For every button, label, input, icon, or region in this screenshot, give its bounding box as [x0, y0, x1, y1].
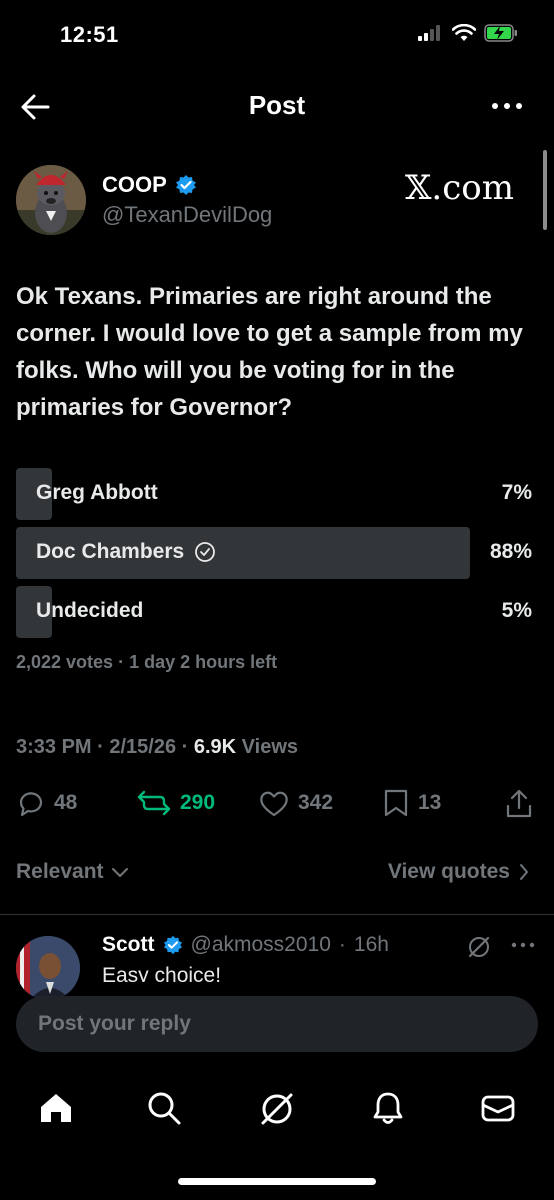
nav-home[interactable] [38, 1090, 74, 1126]
nav-messages[interactable] [480, 1090, 516, 1126]
like-count: 342 [298, 791, 334, 814]
poll-option-label: Undecided [36, 599, 144, 622]
heart-icon [258, 788, 290, 818]
repost-count: 290 [180, 791, 216, 814]
verified-badge-icon [163, 935, 183, 955]
poll-option: Greg Abbott 7% [16, 468, 532, 520]
poll-option-percent: 7% [501, 481, 532, 504]
sort-dropdown[interactable]: Relevant [16, 860, 130, 884]
repost-icon [136, 788, 172, 818]
author-handle[interactable]: @TexanDevilDog [102, 202, 272, 228]
home-icon [38, 1090, 74, 1126]
post-timestamp: 3:33 PM · 2/15/26 · [16, 736, 194, 758]
home-indicator[interactable] [178, 1178, 376, 1185]
poll-option: Undecided 5% [16, 586, 532, 638]
share-icon [504, 788, 534, 820]
author-name-row[interactable]: COOP [102, 172, 197, 198]
reply-text: Easy choice! [102, 964, 222, 982]
post-timestamp-views: 3:33 PM · 2/15/26 · 6.9K Views [16, 736, 298, 759]
author-avatar[interactable] [16, 165, 86, 235]
search-icon [146, 1090, 182, 1126]
bookmark-count: 13 [418, 791, 442, 814]
repost-button[interactable]: 290 [136, 788, 215, 818]
bookmark-button[interactable]: 13 [382, 788, 441, 818]
views-count: 6.9K [193, 736, 237, 758]
nav-search[interactable] [146, 1090, 182, 1126]
verified-badge-icon [175, 174, 197, 196]
reply-author-handle[interactable]: @akmoss2010 [191, 933, 331, 957]
separator-dot: · [338, 933, 346, 956]
reply-avatar[interactable] [16, 936, 80, 1000]
chevron-right-icon [518, 862, 530, 882]
reply-header: Scott @akmoss2010 · 16h [102, 933, 389, 957]
reply-button[interactable]: 48 [16, 788, 77, 818]
poll-option-percent: 88% [489, 540, 532, 563]
page-title: Post [248, 90, 306, 120]
nav-notifications[interactable] [370, 1090, 406, 1126]
poll-option-label-row: Doc Chambers [36, 540, 216, 564]
view-quotes-link[interactable]: View quotes [388, 860, 530, 884]
more-options-icon[interactable] [490, 96, 524, 116]
view-quotes-label: View quotes [387, 860, 510, 883]
share-button[interactable] [504, 788, 534, 820]
like-button[interactable]: 342 [258, 788, 333, 818]
reply-count: 48 [54, 791, 78, 814]
poll-option-label: Doc Chambers [36, 540, 185, 563]
poll-option: Doc Chambers 88% [16, 527, 532, 579]
reply-input-placeholder: Post your reply [38, 1012, 191, 1035]
nav-grok[interactable] [258, 1090, 296, 1128]
wifi-icon [452, 24, 476, 41]
views-label: Views [236, 736, 299, 758]
status-time: 12:51 [60, 22, 119, 47]
status-icons [418, 24, 518, 42]
poll-option-percent: 5% [501, 599, 532, 622]
poll-option-label: Greg Abbott [36, 481, 158, 504]
cellular-signal-icon [418, 25, 440, 41]
sort-label: Relevant [16, 860, 104, 883]
grok-icon[interactable] [466, 934, 492, 960]
reply-more-icon[interactable] [510, 940, 536, 950]
scrollbar[interactable] [543, 150, 547, 230]
check-circle-icon [194, 541, 216, 563]
messages-envelope-icon [480, 1090, 516, 1126]
bookmark-icon [382, 788, 410, 818]
grok-icon [258, 1090, 296, 1128]
chevron-down-icon [110, 865, 130, 879]
xcom-watermark: 𝕏.com [405, 168, 514, 208]
battery-charging-icon [484, 24, 517, 42]
divider [0, 914, 554, 915]
author-name[interactable]: COOP [102, 172, 167, 198]
reply-time: 16h [353, 933, 389, 956]
reply-icon [16, 788, 46, 818]
notifications-bell-icon [370, 1090, 406, 1126]
reply-author-name[interactable]: Scott [102, 933, 155, 957]
post-text: Ok Texans. Primaries are right around th… [16, 283, 523, 421]
poll-meta: 2,022 votes · 1 day 2 hours left [16, 652, 278, 672]
